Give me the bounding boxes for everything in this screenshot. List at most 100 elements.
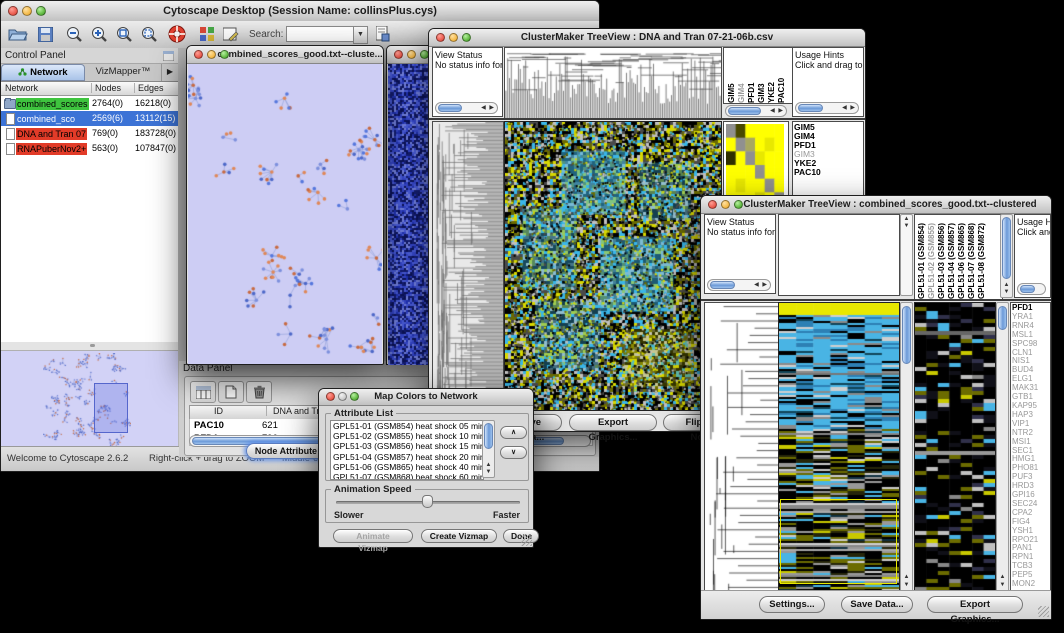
zoom-button[interactable] <box>734 200 743 209</box>
scroll-down-arrow[interactable]: ▼ <box>901 582 912 589</box>
zoom-button[interactable] <box>220 50 229 59</box>
column-label[interactable]: GPL51-02 (GSM855) <box>927 215 937 299</box>
attribute-item[interactable]: GPL51-07 (GSM868) heat shock 60 min <box>331 472 483 480</box>
tab-vizmapper[interactable]: VizMapper™ <box>85 64 162 81</box>
dialog-titlebar[interactable]: Map Colors to Network <box>319 389 533 406</box>
tv2-zoom-heatmap[interactable] <box>914 302 996 592</box>
tab-overflow-arrow[interactable]: ▶ <box>162 64 178 81</box>
close-button[interactable] <box>394 50 403 59</box>
create-vizmap-button[interactable]: Create Vizmap <box>421 529 497 543</box>
search-input[interactable] <box>286 26 354 42</box>
scroll-down-arrow[interactable]: ▼ <box>997 582 1008 589</box>
attribute-item[interactable]: GPL51-06 (GSM865) heat shock 40 min <box>331 462 483 472</box>
treeview2-titlebar[interactable]: ClusterMaker TreeView : combined_scores_… <box>701 196 1051 214</box>
close-button[interactable] <box>436 33 445 42</box>
network-overview-panel[interactable] <box>1 343 178 453</box>
table-row[interactable]: DNA and Tran 07 769(0) 183728(0) <box>1 126 178 141</box>
tv1-zoom-heatmap[interactable] <box>726 124 784 206</box>
attribute-item[interactable]: GPL51-01 (GSM854) heat shock 05 min <box>331 421 483 431</box>
minimize-button[interactable] <box>721 200 730 209</box>
zoom-selected-icon[interactable] <box>138 25 160 43</box>
zoom-button[interactable] <box>36 6 46 16</box>
scroll-up-arrow[interactable]: ▲ <box>901 574 912 581</box>
main-titlebar[interactable]: Cytoscape Desktop (Session Name: collins… <box>1 1 599 22</box>
tv2-collabel-vscrollbar[interactable]: ▲▼ <box>1000 214 1013 298</box>
search-dropdown-button[interactable]: ▼ <box>353 26 368 44</box>
tv1-global-heatmap[interactable] <box>504 121 722 411</box>
attribute-list-vscrollbar[interactable]: ▲ ▼ <box>482 420 495 478</box>
minimize-button[interactable] <box>207 50 216 59</box>
column-label[interactable]: PFD1 <box>747 48 757 103</box>
tv1-status-hscrollbar[interactable]: ◀ ▶ <box>435 102 498 114</box>
table-row[interactable]: combined_sco 2569(6) 13112(15) <box>1 111 178 126</box>
close-button[interactable] <box>708 200 717 209</box>
scroll-down-arrow[interactable]: ▼ <box>483 469 494 476</box>
close-button[interactable] <box>194 50 203 59</box>
help-lifering-icon[interactable] <box>166 24 188 44</box>
close-button[interactable] <box>8 6 18 16</box>
tv2-top-vscrollbar[interactable]: ▲▼ <box>900 214 913 296</box>
dense-network-view[interactable] <box>388 64 432 365</box>
minimize-button[interactable] <box>407 50 416 59</box>
zoom-fit-icon[interactable] <box>113 25 135 43</box>
attribute-item[interactable]: GPL51-03 (GSM856) heat shock 15 min <box>331 441 483 451</box>
speed-slider-thumb[interactable] <box>422 495 433 508</box>
scroll-up-arrow[interactable]: ▲ <box>483 462 494 469</box>
zoom-button[interactable] <box>462 33 471 42</box>
annotation-icon[interactable] <box>221 25 241 43</box>
column-label[interactable]: GIM5 <box>727 48 737 103</box>
tv2-column-dendrogram[interactable] <box>778 214 900 296</box>
tv1-export-graphics-button[interactable]: Export Graphics... <box>569 414 657 431</box>
tv2-heatmap-vscrollbar[interactable]: ▲ ▼ <box>900 302 913 592</box>
gene-label[interactable]: PAC10 <box>794 168 862 177</box>
tv2-zoom-vscrollbar[interactable]: ▲ ▼ <box>996 302 1009 592</box>
minimize-button[interactable] <box>338 392 347 401</box>
table-row[interactable]: combined_scores 2764(0) 16218(0) <box>1 96 178 111</box>
tv1-column-dendrogram[interactable] <box>504 47 722 119</box>
column-label[interactable]: GPL51-01 (GSM854) <box>917 215 927 299</box>
scroll-up-arrow[interactable]: ▲ <box>997 574 1008 581</box>
zoom-button[interactable] <box>350 392 359 401</box>
tab-network[interactable]: Network <box>1 64 85 81</box>
attribute-select-icon[interactable] <box>190 381 216 403</box>
minimize-button[interactable] <box>22 6 32 16</box>
float-panel-icon[interactable] <box>162 50 174 61</box>
column-label[interactable]: PAC10 <box>777 48 787 103</box>
gene-label[interactable]: MON2 <box>1012 580 1049 589</box>
save-icon[interactable] <box>34 25 56 43</box>
attribute-item[interactable]: GPL51-04 (GSM857) heat shock 20 min <box>331 452 483 462</box>
delete-attribute-trash-icon[interactable] <box>246 381 272 403</box>
tv2-selection-rect[interactable] <box>780 499 897 584</box>
move-down-button[interactable]: ∨ <box>500 446 527 459</box>
minimize-button[interactable] <box>449 33 458 42</box>
tv1-hints-hscrollbar[interactable]: ◀ ▶ <box>795 102 859 114</box>
vizmapper-icon[interactable] <box>197 25 217 43</box>
index-icon[interactable] <box>373 25 393 43</box>
column-label[interactable]: GIM3 <box>757 48 767 103</box>
resize-grip[interactable] <box>521 535 532 546</box>
table-row[interactable]: RNAPuberNov2+ 563(0) 107847(0) <box>1 141 178 156</box>
zoom-out-icon[interactable] <box>63 25 85 43</box>
column-label[interactable]: GPL51-03 (GSM856) <box>937 215 947 299</box>
column-label[interactable]: GPL51-04 (GSM857) <box>947 215 957 299</box>
tv1-row-dendrogram[interactable] <box>432 121 504 411</box>
column-label[interactable]: GIM4 <box>737 48 747 103</box>
tv2-status-hscrollbar[interactable]: ◀ ▶ <box>707 279 771 291</box>
column-label[interactable]: GPL51-07 (GSM868) <box>967 215 977 299</box>
attribute-item[interactable]: GPL51-02 (GSM855) heat shock 10 min <box>331 431 483 441</box>
column-label[interactable]: GPL51-08 (GSM872) <box>977 215 987 299</box>
column-label[interactable]: GPL51-06 (GSM865) <box>957 215 967 299</box>
window-controls[interactable] <box>8 6 46 16</box>
tv2-row-dendrogram[interactable] <box>704 302 779 592</box>
zoom-in-icon[interactable] <box>88 25 110 43</box>
column-label[interactable]: YKE2 <box>767 48 777 103</box>
tv1-zoom-hscrollbar[interactable]: ◀ ▶ <box>725 105 787 117</box>
new-attribute-icon[interactable] <box>218 381 244 403</box>
tv2-export-graphics-button[interactable]: Export Graphics... <box>927 596 1023 613</box>
overview-selection-rect[interactable] <box>94 383 128 433</box>
tv2-settings-button[interactable]: Settings... <box>759 596 825 613</box>
close-button[interactable] <box>326 392 335 401</box>
treeview1-titlebar[interactable]: ClusterMaker TreeView : DNA and Tran 07-… <box>429 29 865 47</box>
animate-vizmap-button[interactable]: Animate Vizmap <box>333 529 413 543</box>
tv2-save-data-button[interactable]: Save Data... <box>841 596 913 613</box>
